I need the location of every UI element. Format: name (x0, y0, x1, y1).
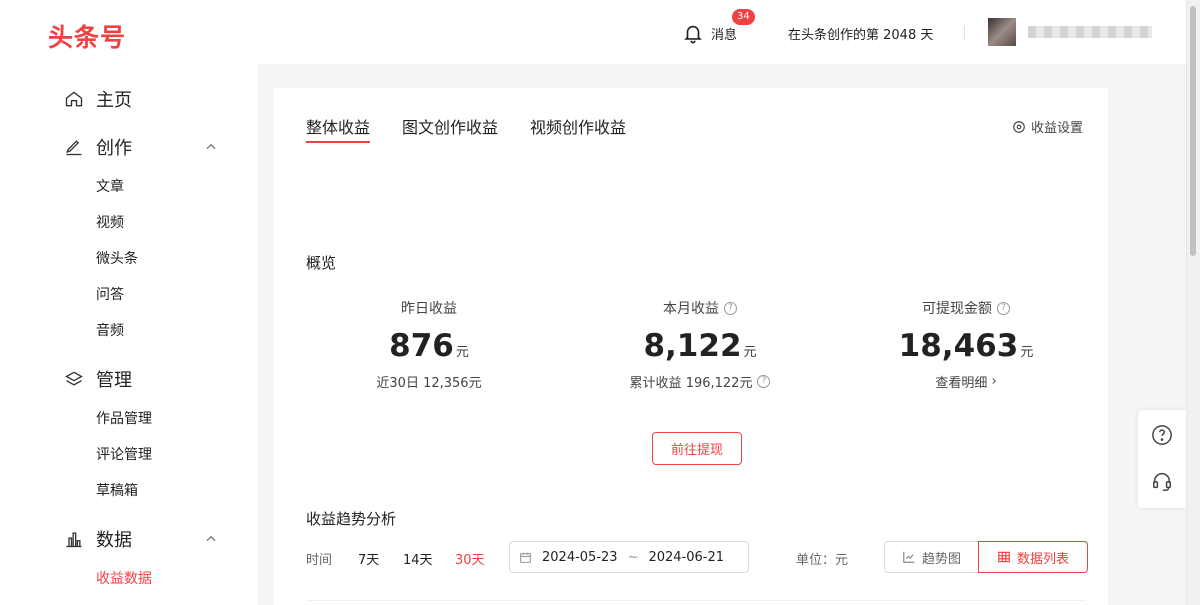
date-separator: ~ (627, 549, 639, 565)
sidebar-item-label: 创作 (96, 138, 132, 159)
sidebar-item-drafts[interactable]: 草稿箱 (96, 480, 138, 500)
trend-chart-label: 趋势图 (921, 551, 961, 567)
stat-foot-value: 12,356元 (423, 376, 482, 391)
trend-chart-button[interactable]: 趋势图 (884, 541, 979, 573)
active-tab-indicator (306, 141, 370, 143)
sidebar: 主页 创作 文章 视频 微头条 问答 音频 管理 作品管理 评论管理 草稿箱 数… (0, 64, 258, 605)
settings-icon (1013, 120, 1025, 133)
stat-label-text: 昨日收益 (401, 301, 457, 317)
stat-label-text: 本月收益 (663, 301, 719, 317)
range-7-days[interactable]: 7天 (358, 549, 379, 568)
stat-withdrawable: 可提现金额? 18,463 元 查看明细 › (836, 298, 1096, 391)
sidebar-item-micro-posts[interactable]: 微头条 (96, 248, 138, 268)
sidebar-item-label: 主页 (96, 90, 132, 111)
stat-value-number: 18,463 (898, 328, 1019, 364)
main-panel: 整体收益 图文创作收益 视频创作收益 收益设置 概览 昨日收益 876 元 近30… (274, 88, 1108, 605)
date-end[interactable]: 2024-06-21 (648, 550, 724, 565)
sidebar-item-revenue-data[interactable]: 收益数据 (96, 568, 152, 588)
overview-title: 概览 (306, 254, 337, 272)
help-icon[interactable]: ? (724, 301, 737, 315)
avatar[interactable] (988, 18, 1016, 46)
home-icon (65, 91, 83, 107)
sidebar-item-home[interactable]: 主页 (64, 87, 132, 111)
bell-icon (684, 25, 702, 44)
table-icon (998, 551, 1010, 563)
trend-title: 收益趋势分析 (306, 510, 397, 528)
bar-chart-icon (66, 532, 82, 548)
stat-foot-label: 累计收益 (629, 376, 682, 391)
revenue-settings-button[interactable]: 收益设置 (1012, 117, 1083, 136)
tab-article-revenue[interactable]: 图文创作收益 (402, 114, 498, 138)
stat-label: 昨日收益 (299, 298, 559, 318)
time-filter-label: 时间 (306, 553, 333, 568)
help-icon[interactable]: ? (997, 301, 1010, 315)
sidebar-item-qa[interactable]: 问答 (96, 284, 124, 304)
stat-foot-label: 查看明细 (935, 376, 988, 391)
tab-video-revenue[interactable]: 视频创作收益 (530, 114, 626, 138)
sidebar-item-label: 管理 (96, 370, 132, 391)
floating-help-panel (1138, 410, 1186, 508)
stat-value: 876 元 (299, 328, 559, 364)
logo[interactable]: 头条号 (48, 18, 126, 54)
stat-foot-value: 196,122元 (685, 376, 753, 391)
stat-label: 可提现金额? (836, 298, 1096, 318)
chevron-up-icon[interactable] (204, 140, 218, 154)
top-header: 头条号 消息 34 在头条创作的第 2048 天 (0, 0, 1200, 64)
sidebar-item-create[interactable]: 创作 (64, 135, 132, 159)
stat-foot-label: 近30日 (376, 376, 419, 391)
data-list-label: 数据列表 (1016, 551, 1069, 567)
tab-overall-revenue[interactable]: 整体收益 (306, 114, 370, 138)
sidebar-item-data[interactable]: 数据 (64, 527, 132, 551)
stat-foot: 近30日 12,356元 (299, 372, 559, 391)
view-details-link[interactable]: 查看明细 › (836, 372, 1096, 391)
line-chart-icon (903, 551, 915, 563)
stat-value-number: 8,122 (643, 328, 742, 364)
stat-foot: 累计收益 196,122元? (570, 372, 830, 391)
help-circle-icon[interactable] (1151, 424, 1173, 446)
layers-icon (65, 371, 83, 386)
chevron-right-icon: › (991, 374, 997, 389)
stat-unit: 元 (743, 345, 757, 360)
stat-value-number: 876 (389, 328, 454, 364)
stat-label-text: 可提现金额 (922, 301, 992, 317)
sidebar-item-manage[interactable]: 管理 (64, 367, 132, 391)
stat-unit: 元 (455, 345, 469, 360)
sidebar-item-videos[interactable]: 视频 (96, 212, 124, 232)
stat-yesterday: 昨日收益 876 元 近30日 12,356元 (299, 298, 559, 391)
data-table-header (306, 600, 1086, 605)
sidebar-item-label: 数据 (96, 530, 132, 551)
messages-badge: 34 (732, 9, 755, 25)
stat-value: 8,122 元 (570, 328, 830, 364)
data-list-button[interactable]: 数据列表 (978, 541, 1088, 573)
settings-label: 收益设置 (1031, 121, 1084, 136)
range-14-days[interactable]: 14天 (403, 549, 433, 568)
messages-label: 消息 (711, 27, 738, 43)
date-range-picker[interactable]: 2024-05-23 ~ 2024-06-21 (509, 541, 749, 573)
withdraw-button[interactable]: 前往提现 (652, 432, 742, 465)
date-start[interactable]: 2024-05-23 (542, 550, 618, 565)
help-icon[interactable]: ? (757, 375, 771, 388)
stat-value: 18,463 元 (836, 328, 1096, 364)
headset-icon[interactable] (1151, 470, 1173, 492)
stat-unit: 元 (1020, 345, 1034, 360)
header-divider (964, 26, 965, 40)
sidebar-item-comments[interactable]: 评论管理 (96, 444, 152, 464)
messages-button[interactable]: 消息 34 (682, 9, 755, 44)
range-30-days[interactable]: 30天 (455, 549, 485, 568)
sidebar-item-audio[interactable]: 音频 (96, 320, 124, 340)
sidebar-item-works[interactable]: 作品管理 (96, 408, 152, 428)
stat-this-month: 本月收益? 8,122 元 累计收益 196,122元? (570, 298, 830, 391)
page-scrollbar-thumb[interactable] (1190, 6, 1196, 256)
sidebar-item-articles[interactable]: 文章 (96, 176, 124, 196)
username-redacted[interactable] (1028, 26, 1152, 38)
calendar-icon (520, 552, 531, 563)
unit-label: 单位：元 (796, 553, 849, 568)
creation-days: 在头条创作的第 2048 天 (788, 28, 934, 43)
pen-icon (66, 140, 82, 156)
chevron-up-icon[interactable] (204, 532, 218, 546)
stat-label: 本月收益? (570, 298, 830, 318)
